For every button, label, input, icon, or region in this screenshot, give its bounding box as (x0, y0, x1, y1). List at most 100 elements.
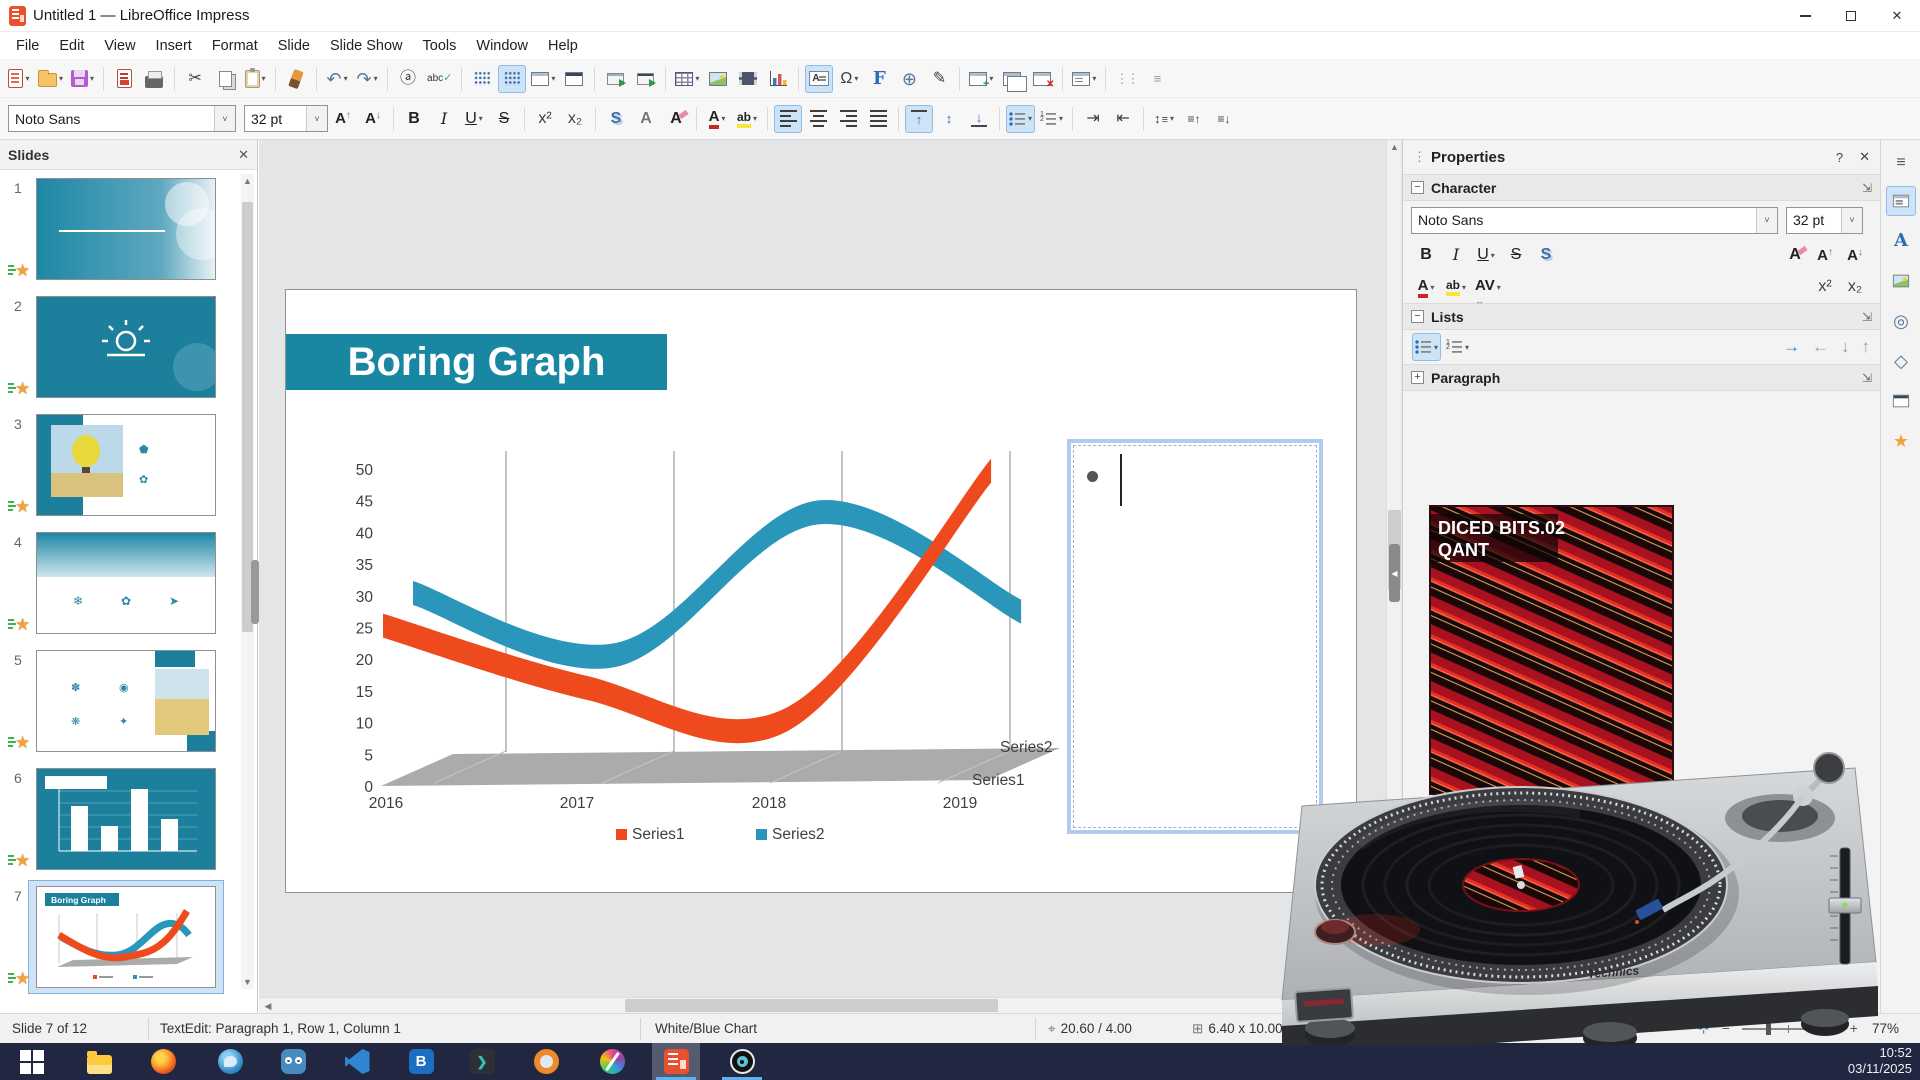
outline-font-button[interactable]: A (632, 105, 660, 133)
export-pdf-button[interactable] (110, 65, 138, 93)
highlight-color-button[interactable]: ab▾ (733, 105, 761, 133)
chevron-down-icon[interactable]: ˅ (306, 106, 327, 131)
move-up-button[interactable]: ↑ (1862, 337, 1871, 357)
tab-master-slides[interactable] (1886, 386, 1916, 416)
zoom-in-icon[interactable]: + (1850, 1021, 1858, 1036)
taskbar-firefox[interactable] (139, 1043, 187, 1080)
minimize-button[interactable] (1782, 0, 1828, 32)
scroll-right-icon[interactable]: ▶ (1370, 999, 1384, 1013)
toolbar-grip-button[interactable]: ⋮⋮ (1112, 65, 1140, 93)
align-middle-button[interactable]: ↕ (935, 105, 963, 133)
display-views-button[interactable]: ▾ (528, 65, 558, 93)
taskbar-thunderbird[interactable] (206, 1043, 254, 1080)
bold-button[interactable]: B (400, 105, 428, 133)
taskbar-terminal[interactable]: ❯ (458, 1043, 506, 1080)
undo-button[interactable]: ↶▾ (323, 65, 351, 93)
collapse-icon[interactable]: − (1411, 181, 1424, 194)
menu-insert[interactable]: Insert (146, 35, 202, 57)
zoom-control[interactable]: − + (1722, 1014, 1858, 1043)
promote-button[interactable]: ← (1812, 337, 1829, 357)
ribbon-chart[interactable]: 051015202530354045502016201720182019Seri… (316, 430, 1076, 860)
taskbar-bluefish[interactable]: B (397, 1043, 445, 1080)
chevron-down-icon[interactable]: ˅ (214, 106, 235, 131)
zoom-out-icon[interactable]: − (1722, 1021, 1730, 1036)
tab-styles[interactable]: A (1886, 226, 1916, 256)
insert-fontwork-button[interactable]: F (865, 65, 893, 93)
shadow-button[interactable]: S (1532, 241, 1560, 269)
snap-to-grid-button[interactable] (498, 65, 526, 93)
decrease-font-size-button[interactable]: A↓ (359, 105, 387, 133)
horizontal-scrollbar[interactable]: ◀ ▶ (259, 997, 1386, 1013)
scroll-up-icon[interactable]: ▲ (241, 174, 254, 188)
sidebar-splitter-handle[interactable]: ◀ (1389, 544, 1400, 602)
tab-properties[interactable] (1886, 186, 1916, 216)
bold-button[interactable]: B (1412, 241, 1440, 269)
numbered-list-button[interactable]: 12▾ (1443, 333, 1472, 361)
close-icon[interactable]: ✕ (238, 147, 249, 163)
align-bottom-button[interactable]: ↓ (965, 105, 993, 133)
strikethrough-button[interactable]: S (490, 105, 518, 133)
paste-button[interactable]: ▾ (241, 65, 269, 93)
bullet-list-button[interactable]: ▾ (1006, 105, 1035, 133)
align-center-button[interactable] (804, 105, 832, 133)
help-button[interactable]: ? (1836, 150, 1843, 165)
template-status[interactable]: White/Blue Chart (655, 1014, 757, 1043)
zoom-slider[interactable] (1742, 1028, 1838, 1030)
slide-layout-button[interactable]: ▾ (1069, 65, 1099, 93)
zoom-percent[interactable]: 77% (1872, 1014, 1899, 1043)
cut-button[interactable]: ✂ (181, 65, 209, 93)
scroll-up-icon[interactable]: ▲ (1388, 140, 1401, 154)
highlight-color-button[interactable]: ab▾ (1442, 273, 1470, 301)
insert-image-button[interactable] (704, 65, 732, 93)
insert-special-character-button[interactable]: Ω▾ (835, 65, 863, 93)
spelling-button[interactable]: abc✓ (424, 65, 455, 93)
collapse-icon[interactable]: − (1411, 310, 1424, 323)
slide-transition-icon[interactable] (8, 616, 34, 634)
delete-slide-button[interactable] (1028, 65, 1056, 93)
superscript-button[interactable]: x² (531, 105, 559, 133)
customize-toolbar-button[interactable]: ≡ (1142, 65, 1170, 93)
scrollbar-thumb[interactable] (625, 999, 998, 1012)
taskbar-start[interactable] (8, 1043, 56, 1080)
slide-transition-icon[interactable] (8, 380, 34, 398)
bullet-list-button[interactable]: ▾ (1412, 333, 1441, 361)
menu-format[interactable]: Format (202, 35, 268, 57)
display-grid-button[interactable] (468, 65, 496, 93)
slide-thumbnail-2[interactable] (36, 296, 216, 398)
character-section-header[interactable]: − Character ⇲ (1403, 174, 1880, 201)
italic-button[interactable]: I (1442, 241, 1470, 269)
taskbar-vscode[interactable] (333, 1043, 381, 1080)
tab-gallery[interactable] (1886, 266, 1916, 296)
sidebar-menu-icon[interactable]: ≡ (1886, 148, 1916, 178)
start-from-current-slide-button[interactable] (631, 65, 659, 93)
show-draw-functions-button[interactable]: ✎ (925, 65, 953, 93)
new-button[interactable]: ▾ (5, 65, 33, 93)
justify-button[interactable] (864, 105, 892, 133)
tab-animation[interactable]: ★ (1886, 426, 1916, 456)
font-color-button[interactable]: A▾ (1412, 273, 1440, 301)
move-down-button[interactable]: ↓ (1841, 337, 1850, 357)
slide-transition-icon[interactable] (8, 970, 34, 988)
align-right-button[interactable] (834, 105, 862, 133)
character-spacing-button[interactable]: AV↔▾ (1472, 273, 1504, 301)
dialog-launcher-icon[interactable]: ⇲ (1862, 181, 1872, 195)
start-from-first-slide-button[interactable] (601, 65, 629, 93)
new-slide-button[interactable]: ▾ (966, 65, 996, 93)
selected-text-box[interactable] (1067, 439, 1323, 834)
menu-edit[interactable]: Edit (49, 35, 94, 57)
menu-help[interactable]: Help (538, 35, 588, 57)
increase-font-size-button[interactable]: A↑ (329, 105, 357, 133)
increase-indent-button[interactable]: ⇥ (1079, 105, 1107, 133)
lists-section-header[interactable]: − Lists ⇲ (1403, 303, 1880, 330)
font-size-combo[interactable]: 32 pt ˅ (244, 105, 328, 132)
clear-formatting-button[interactable]: A (662, 105, 690, 133)
italic-button[interactable]: I (430, 105, 458, 133)
save-button[interactable]: ▾ (68, 65, 97, 93)
align-top-button[interactable]: ↑ (905, 105, 933, 133)
master-slide-button[interactable] (560, 65, 588, 93)
menu-file[interactable]: File (6, 35, 49, 57)
insert-media-button[interactable] (734, 65, 762, 93)
slide-thumbnail-7[interactable]: Boring Graph (36, 886, 216, 988)
menu-slide-show[interactable]: Slide Show (320, 35, 413, 57)
slide-number-status[interactable]: Slide 7 of 12 (12, 1014, 87, 1043)
